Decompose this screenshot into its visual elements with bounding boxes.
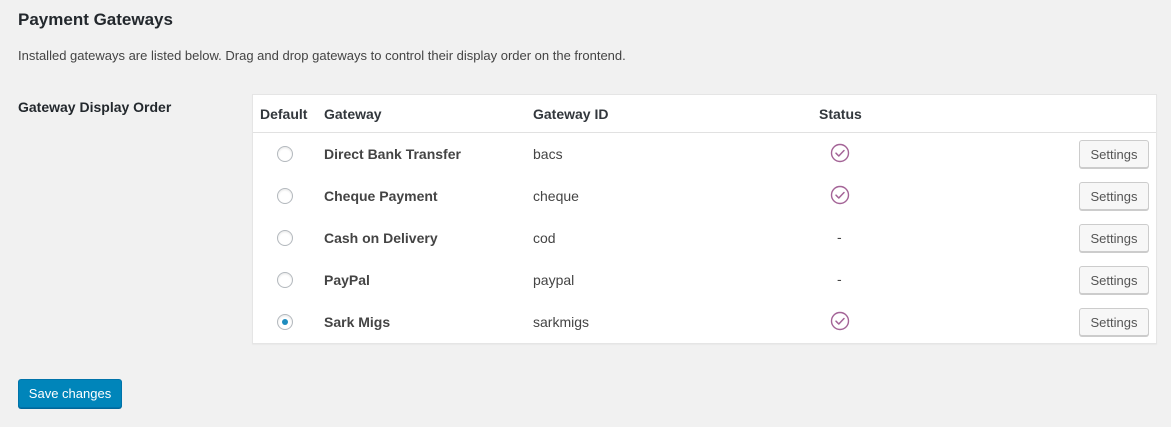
gateway-name: Cheque Payment [324,188,438,204]
settings-button[interactable]: Settings [1079,182,1149,210]
default-radio[interactable] [277,230,293,246]
default-radio[interactable] [277,188,293,204]
status-disabled-text: - [837,271,842,287]
header-default: Default [260,106,308,122]
settings-button[interactable]: Settings [1079,308,1149,336]
settings-button[interactable]: Settings [1079,266,1149,294]
table-row[interactable]: Cheque Payment cheque Settings [253,175,1156,217]
check-circle-icon [830,311,850,331]
header-gateway-id: Gateway ID [533,106,609,122]
gateway-id: cheque [533,188,579,204]
table-row[interactable]: Direct Bank Transfer bacs Settings [253,133,1156,175]
payment-gateways-page: Payment Gateways Installed gateways are … [0,0,1171,427]
settings-button[interactable]: Settings [1079,140,1149,168]
status-disabled-text: - [837,229,842,245]
gateway-id: sarkmigs [533,314,590,330]
table-row[interactable]: Sark Migs sarkmigs Settings [253,301,1156,343]
page-description: Installed gateways are listed below. Dra… [18,48,626,63]
default-radio[interactable] [277,146,293,162]
default-radio[interactable] [277,272,293,288]
table-header: Default Gateway Gateway ID Status [253,95,1156,133]
gateway-name: Sark Migs [324,314,391,330]
check-circle-icon [830,185,850,205]
gateway-display-order-label: Gateway Display Order [18,99,172,115]
settings-button[interactable]: Settings [1079,224,1149,252]
header-status: Status [819,106,862,122]
page-title: Payment Gateways [18,10,173,29]
default-radio[interactable] [277,314,293,330]
gateway-name: Direct Bank Transfer [324,146,461,162]
table-row[interactable]: Cash on Delivery cod - Settings [253,217,1156,259]
gateway-table: Default Gateway Gateway ID Status Direct… [252,94,1157,344]
gateway-id: cod [533,230,556,246]
gateway-id: paypal [533,272,575,288]
gateway-name: PayPal [324,272,370,288]
table-row[interactable]: PayPal paypal - Settings [253,259,1156,301]
gateway-id: bacs [533,146,563,162]
save-changes-button[interactable]: Save changes [18,379,122,408]
gateway-name: Cash on Delivery [324,230,438,246]
header-gateway: Gateway [324,106,382,122]
check-circle-icon [830,143,850,163]
